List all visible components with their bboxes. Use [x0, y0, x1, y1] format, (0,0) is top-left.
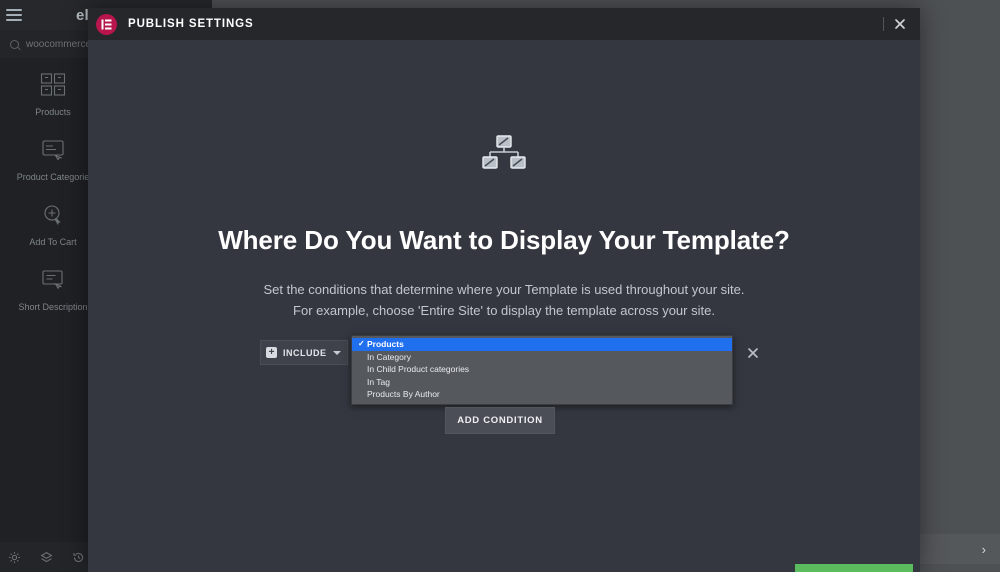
publish-settings-modal: PUBLISH SETTINGS Where Do You Want to Di…	[88, 8, 920, 572]
dropdown-option-in-child-product-categories[interactable]: ✓ In Child Product categories	[352, 363, 732, 376]
dropdown-option-label: In Category	[367, 351, 411, 362]
hero-subtitle: Set the conditions that determine where …	[88, 279, 920, 321]
short-description-icon	[39, 267, 67, 293]
widget-label: Short Description	[18, 302, 88, 312]
chevron-down-icon	[333, 350, 341, 355]
panel-brand-text: el	[76, 6, 89, 24]
hamburger-icon[interactable]	[6, 9, 22, 21]
add-condition-button[interactable]: ADD CONDITION	[445, 407, 555, 434]
modal-title: PUBLISH SETTINGS	[128, 18, 254, 30]
dropdown-option-label: Products	[367, 339, 404, 349]
include-select-value: INCLUDE	[283, 347, 327, 358]
widget-label: Products	[35, 107, 71, 117]
dropdown-option-label: In Child Product categories	[367, 364, 470, 374]
elementor-logo-icon	[96, 13, 117, 35]
add-to-cart-icon	[39, 202, 67, 228]
dropdown-option-label: In Tag	[367, 376, 391, 387]
dropdown-option-label: Products By Author	[367, 389, 440, 399]
chevron-right-icon: ›	[981, 541, 986, 557]
dropdown-option-in-tag[interactable]: ✓ In Tag	[352, 376, 732, 389]
widget-label: Product Categorie	[16, 172, 90, 182]
condition-type-dropdown[interactable]: ✓ Products ✓ In Category ✓ In Child Prod…	[351, 335, 733, 405]
widget-label: Add To Cart	[29, 237, 77, 247]
dropdown-option-in-category[interactable]: ✓ In Category	[352, 351, 732, 364]
history-icon[interactable]	[72, 551, 85, 564]
products-grid-icon	[39, 72, 67, 98]
plus-icon: +	[266, 347, 277, 358]
modal-header: PUBLISH SETTINGS	[88, 8, 920, 40]
hero-subtitle-line-1: Set the conditions that determine where …	[263, 282, 745, 297]
screen: el woocommerce Products Product Categori…	[0, 0, 1000, 572]
search-input-value: woocommerce	[26, 38, 92, 50]
dropdown-option-products[interactable]: ✓ Products	[352, 338, 732, 351]
save-and-close-button[interactable]: SAVE & CLOSE	[795, 564, 913, 572]
navigator-icon[interactable]	[40, 551, 53, 564]
close-icon[interactable]	[892, 16, 908, 32]
settings-gear-icon[interactable]	[8, 551, 21, 564]
header-divider	[883, 17, 884, 31]
dropdown-option-products-by-author[interactable]: ✓ Products By Author	[352, 388, 732, 401]
include-exclude-select[interactable]: + INCLUDE	[260, 340, 348, 365]
condition-row: + INCLUDE ✓ Products ✓ In Category ✓	[260, 335, 760, 405]
hero-subtitle-line-2: For example, choose 'Entire Site' to dis…	[293, 303, 715, 318]
search-icon	[10, 39, 19, 49]
modal-body: Where Do You Want to Display Your Templa…	[88, 40, 920, 572]
page-title: Where Do You Want to Display Your Templa…	[218, 225, 790, 255]
hero-section: Where Do You Want to Display Your Templa…	[88, 40, 920, 321]
product-categories-icon	[39, 137, 67, 163]
check-icon: ✓	[358, 339, 365, 348]
remove-condition-icon[interactable]	[746, 346, 760, 360]
sitemap-icon	[480, 135, 528, 179]
